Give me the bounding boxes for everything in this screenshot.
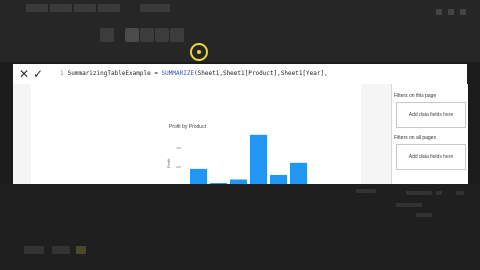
page-tab[interactable] bbox=[24, 246, 44, 254]
chart-bar[interactable] bbox=[250, 134, 267, 184]
filters-page-dropzone[interactable]: Add data fields here bbox=[396, 102, 466, 128]
chart-bar[interactable] bbox=[270, 174, 287, 184]
chart-bar[interactable] bbox=[190, 168, 207, 184]
filters-page-label: Filters on this page bbox=[394, 93, 437, 99]
filters-all-label: Filters on all pages bbox=[394, 135, 436, 141]
chart-bar[interactable] bbox=[290, 162, 307, 184]
dimmed-side-controls bbox=[356, 185, 476, 225]
page-tab[interactable] bbox=[52, 246, 70, 254]
filters-all-dropzone[interactable]: Add data fields here bbox=[396, 144, 466, 170]
add-page-button[interactable] bbox=[76, 246, 86, 254]
